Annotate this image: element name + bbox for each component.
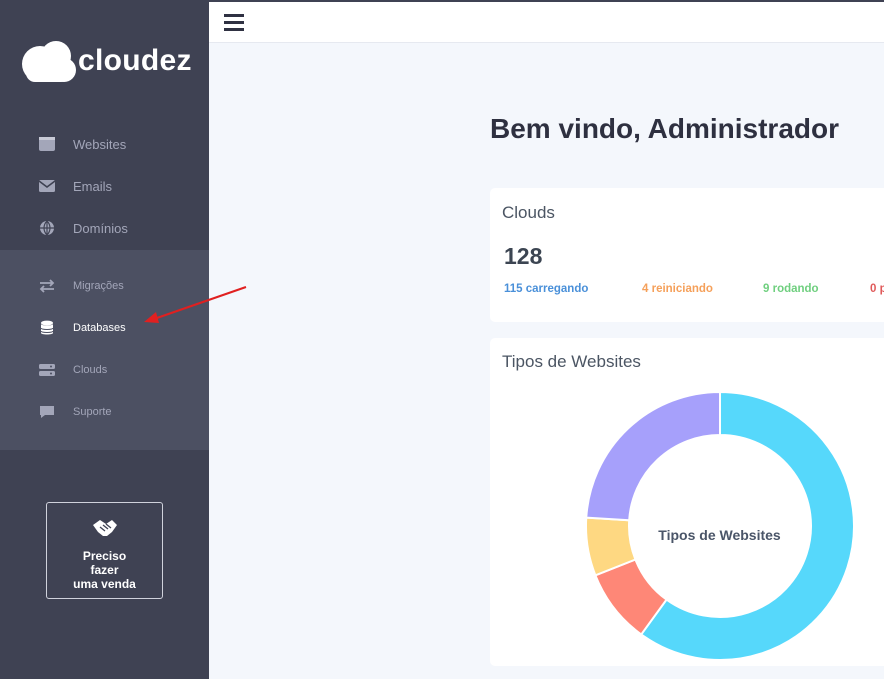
brand-name[interactable]: cloudez: [78, 44, 192, 78]
exchange-icon: [39, 279, 55, 293]
stat-carregando[interactable]: 115 carregando: [504, 283, 588, 295]
page-title: Bem vindo, Administrador: [490, 113, 840, 144]
stat-rodando[interactable]: 9 rodando: [763, 283, 819, 295]
sale-button-label: Preciso fazer uma venda: [47, 549, 162, 591]
sale-button-line: fazer: [90, 563, 119, 577]
browser-icon: [39, 137, 55, 151]
sidebar-item-label: Websites: [73, 136, 127, 152]
envelope-icon: [38, 180, 56, 192]
sidebar-item-label: Migrações: [73, 280, 124, 292]
websites-card: Tipos de Websites Tipos de Websites: [490, 338, 884, 666]
sidebar-item-label: Clouds: [73, 364, 108, 376]
globe-icon: [40, 220, 54, 236]
database-icon: [40, 320, 54, 335]
topbar: [209, 0, 884, 43]
clouds-card: Clouds 128 115 carregando 4 reiniciando …: [490, 188, 884, 322]
sidebar-item-label: Databases: [73, 322, 126, 334]
donut-center-label: Tipos de Websites: [658, 527, 781, 543]
handshake-icon: [93, 520, 117, 536]
sidebar-item-suporte[interactable]: Suporte: [0, 391, 209, 433]
sidebar-item-websites[interactable]: Websites: [0, 123, 209, 165]
sidebar-item-label: Emails: [73, 178, 113, 194]
sidebar: cloudez Websites Emails Domínios Migraçõ…: [0, 0, 209, 679]
comment-icon: [40, 406, 54, 418]
sale-button-line: uma venda: [73, 577, 136, 591]
server-icon: [39, 364, 55, 376]
sidebar-submenu: Migrações Databases Clouds Suporte: [0, 250, 209, 450]
sale-button[interactable]: Preciso fazer uma venda: [46, 502, 163, 599]
sidebar-item-dominios[interactable]: Domínios: [0, 207, 209, 249]
sidebar-item-label: Suporte: [73, 406, 112, 418]
menu-toggle-icon[interactable]: [224, 14, 244, 32]
stat-parado[interactable]: 0 p: [870, 283, 884, 295]
annotation-arrow: [144, 286, 247, 323]
donut-slice-3[interactable]: [585, 390, 721, 522]
sidebar-item-clouds[interactable]: Clouds: [0, 349, 209, 391]
websites-donut-chart: [585, 390, 855, 661]
clouds-card-title: Clouds: [502, 203, 555, 222]
clouds-total: 128: [504, 243, 543, 269]
sale-button-line: Preciso: [82, 549, 127, 563]
sidebar-item-label: Domínios: [73, 220, 128, 236]
stat-reiniciando[interactable]: 4 reiniciando: [642, 283, 713, 295]
sidebar-item-emails[interactable]: Emails: [0, 165, 209, 207]
